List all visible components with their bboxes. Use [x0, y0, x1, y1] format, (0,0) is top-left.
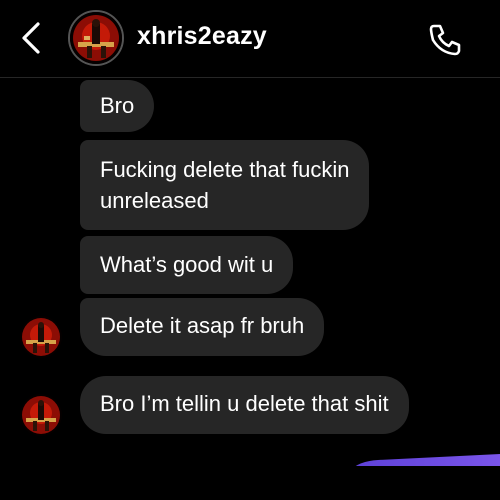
contact-avatar[interactable]	[68, 10, 124, 66]
phone-icon	[429, 24, 461, 56]
message-text: Delete it asap fr bruh	[100, 313, 305, 338]
avatar-image	[20, 394, 62, 436]
message-bubble[interactable]: Delete it asap fr bruh	[80, 298, 325, 356]
message-text-line: Fucking delete that fuckin	[100, 157, 350, 182]
contact-username[interactable]: xhris2eazy	[137, 22, 267, 51]
back-button[interactable]	[18, 20, 48, 56]
avatar-image	[70, 12, 122, 64]
sender-avatar[interactable]	[20, 394, 62, 436]
message-text: Bro	[100, 93, 135, 118]
sent-message-bubble-edge[interactable]	[340, 452, 500, 500]
message-bubble[interactable]: Bro I’m tellin u delete that shit	[80, 376, 409, 434]
message-bubble[interactable]: What’s good wit u	[80, 236, 294, 294]
call-button[interactable]	[425, 20, 465, 60]
chevron-left-icon	[22, 22, 40, 54]
message-text: Bro I’m tellin u delete that shit	[100, 391, 389, 416]
sender-avatar[interactable]	[20, 316, 62, 358]
message-bubble[interactable]: Fucking delete that fuckin unreleased	[80, 140, 370, 230]
avatar-image	[20, 316, 62, 358]
chat-header: xhris2eazy	[0, 0, 500, 78]
message-text-line: unreleased	[100, 188, 209, 213]
message-text: What’s good wit u	[100, 252, 274, 277]
message-bubble[interactable]: Bro	[80, 80, 155, 132]
